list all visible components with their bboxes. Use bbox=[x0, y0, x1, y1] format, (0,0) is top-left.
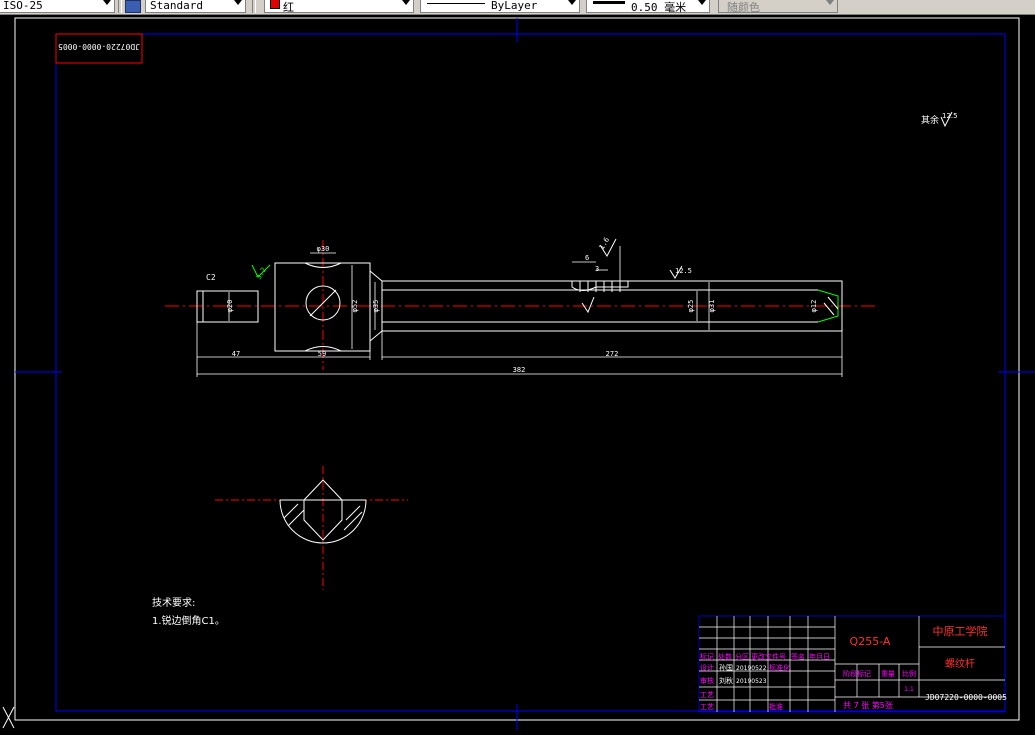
dim-text-phi20: φ20 bbox=[226, 300, 234, 313]
chevron-down-icon[interactable] bbox=[103, 0, 111, 5]
dimstyle-combo[interactable]: ISO-25 bbox=[0, 0, 115, 13]
properties-toolbar: ISO-25 Standard 红 ByLayer 0.50 毫米 随颜色 bbox=[0, 0, 1035, 15]
roughness-symbol-icon bbox=[581, 296, 595, 314]
ucs-icon bbox=[2, 706, 15, 729]
end-hatch bbox=[823, 302, 835, 316]
dim-text-47: 47 bbox=[232, 350, 240, 358]
linetype-sample-icon bbox=[427, 3, 485, 4]
dim-text-382: 382 bbox=[513, 366, 526, 374]
end-hatch bbox=[827, 296, 839, 310]
scale-value: 1:1 bbox=[904, 686, 914, 693]
dim-text-59: 59 bbox=[318, 350, 326, 358]
dim-text-phi35: φ35 bbox=[372, 300, 380, 313]
linetype-value: ByLayer bbox=[491, 0, 538, 12]
tech-requirements-title: 技术要求: bbox=[152, 596, 195, 609]
row-sign-label: 签名 bbox=[791, 652, 805, 661]
section-view bbox=[215, 466, 408, 590]
row-date-label: 年月日 bbox=[809, 652, 830, 661]
toolbar-separator bbox=[118, 0, 122, 13]
tech-requirements-item: 1.锐边倒角C1。 bbox=[152, 614, 225, 627]
col-stage-label: 阶段标记 bbox=[843, 669, 871, 678]
material-label: Q255-A bbox=[850, 635, 891, 648]
row-count-label: 处数 bbox=[718, 652, 732, 661]
row-process-label: 工艺 bbox=[700, 691, 714, 699]
part-name: 螺纹杆 bbox=[945, 657, 975, 670]
roughness-note-label: 其余 bbox=[921, 114, 939, 126]
sheet-info: 共 7 张 第5张 bbox=[843, 700, 893, 710]
chamfer-label-c2: C2 bbox=[206, 273, 216, 282]
roughness-note-value: 12.5 bbox=[942, 112, 958, 120]
chevron-down-icon[interactable] bbox=[826, 0, 834, 5]
inner-frame-border bbox=[55, 33, 1006, 712]
row-approve-label: 批准 bbox=[769, 702, 783, 711]
lineweight-combo[interactable]: 0.50 毫米 bbox=[586, 0, 710, 14]
dim-text-phi52: φ52 bbox=[351, 300, 359, 313]
school-name: 中原工学院 bbox=[933, 624, 988, 638]
check-date: 20190523 bbox=[736, 678, 767, 685]
dim-text-3: 3 bbox=[595, 265, 599, 273]
title-block-texts: Q255-A 中原工学院 螺纹杆 JD07220-0000-0005 阶段标记 … bbox=[700, 624, 1007, 711]
dim-text-272: 272 bbox=[606, 350, 619, 358]
color-swatch-icon bbox=[270, 0, 280, 9]
lineweight-sample-icon bbox=[593, 1, 625, 4]
row-std-label: 标准化 bbox=[769, 663, 790, 672]
dim-text-phi25: φ25 bbox=[687, 300, 695, 313]
row-process-label: 工艺 bbox=[700, 703, 714, 711]
row-change-label: 更改文件号 bbox=[751, 652, 786, 661]
dimstyle-value: ISO-25 bbox=[3, 0, 43, 12]
designer-name: 孙国 bbox=[719, 663, 733, 672]
section-hatch bbox=[345, 505, 361, 521]
lineweight-value: 0.50 毫米 bbox=[631, 1, 687, 14]
row-mark-label: 标记 bbox=[700, 652, 714, 661]
drawing-number: JD07220-0000-0005 bbox=[925, 693, 1007, 702]
design-date: 20190522 bbox=[736, 665, 767, 672]
dim-text-phi12: φ12 bbox=[810, 300, 818, 313]
dimension-lines bbox=[196, 246, 843, 377]
chevron-down-icon[interactable] bbox=[234, 0, 242, 5]
linetype-combo[interactable]: ByLayer bbox=[420, 0, 580, 13]
drawing-number-rotated: JD07220-0000-0005 bbox=[58, 42, 140, 51]
drawing-canvas[interactable]: JD07220-0000-0005 其余 12.5 47 59 272 382 … bbox=[0, 15, 1035, 731]
main-view bbox=[165, 240, 878, 370]
chevron-down-icon[interactable] bbox=[402, 0, 410, 5]
textstyle-value: Standard bbox=[150, 0, 203, 12]
dim-text-phi31: φ31 bbox=[708, 300, 716, 313]
row-zone-label: 分区 bbox=[735, 652, 749, 661]
plotstyle-value: 随颜色 bbox=[727, 1, 760, 14]
section-hatch bbox=[343, 511, 363, 531]
col-weight-label: 重量 bbox=[881, 670, 895, 678]
drawing-svg: JD07220-0000-0005 其余 12.5 47 59 272 382 … bbox=[2, 17, 1035, 730]
textstyle-icon[interactable] bbox=[125, 0, 141, 13]
dim-text-6: 6 bbox=[585, 254, 589, 262]
row-check-label: 审核 bbox=[700, 676, 714, 685]
roughness-text-1-6: 1.6 bbox=[598, 236, 611, 251]
roughness-text-12-5: 12.5 bbox=[675, 267, 692, 275]
col-ratio-label: 比例 bbox=[902, 669, 916, 678]
section-hatch bbox=[287, 509, 305, 527]
toolbar-separator bbox=[252, 0, 256, 13]
dimension-texts: 47 59 272 382 φ30 φ20 φ52 φ35 φ25 φ31 6 … bbox=[206, 236, 818, 374]
section-hatch bbox=[283, 503, 299, 519]
color-value: 红 bbox=[283, 1, 294, 14]
color-combo[interactable]: 红 bbox=[264, 0, 414, 14]
dim-text-phi30: φ30 bbox=[317, 245, 330, 253]
chevron-down-icon[interactable] bbox=[698, 0, 706, 5]
row-design-label: 设计 bbox=[700, 663, 714, 672]
chevron-down-icon[interactable] bbox=[568, 0, 576, 5]
textstyle-combo[interactable]: Standard bbox=[145, 0, 246, 13]
checker-name: 刘秋 bbox=[719, 676, 733, 685]
plotstyle-combo[interactable]: 随颜色 bbox=[718, 0, 838, 14]
